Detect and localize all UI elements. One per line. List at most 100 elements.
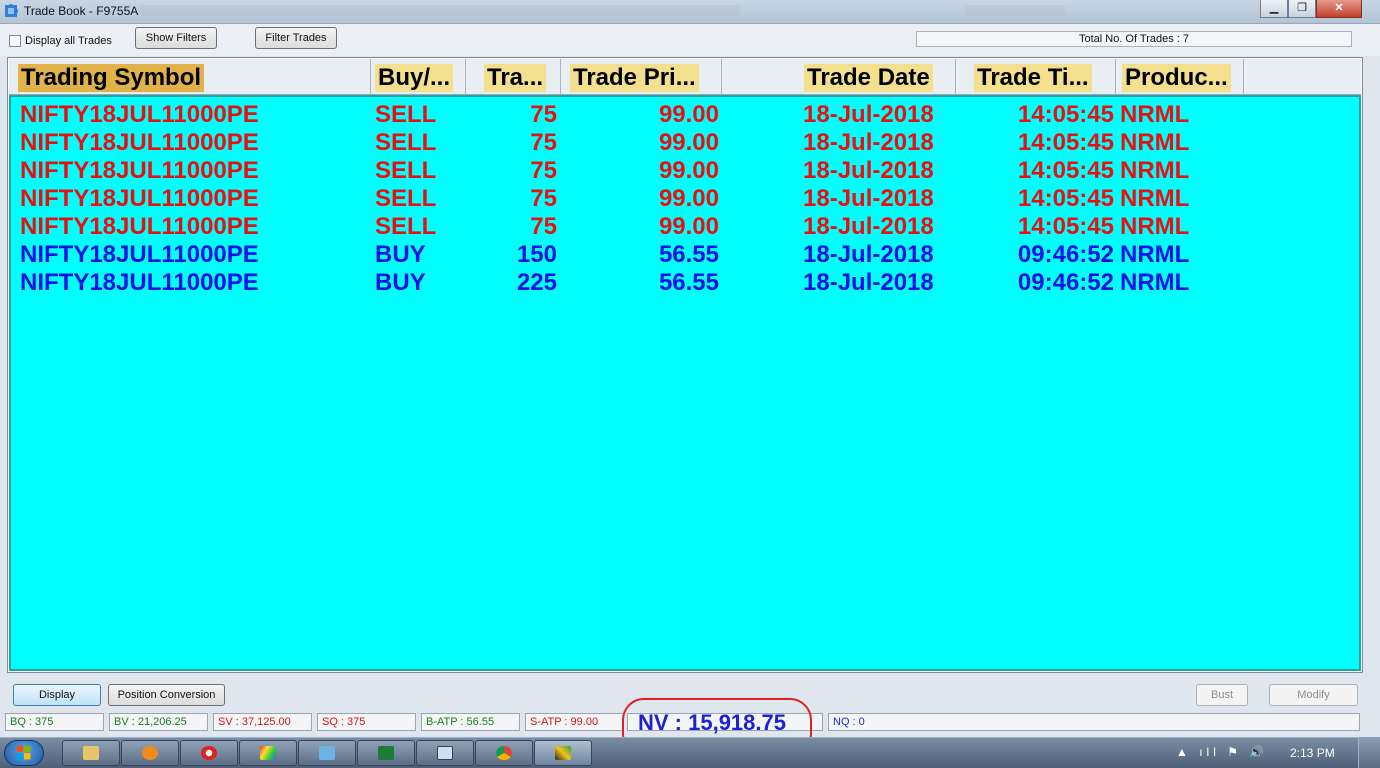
- cell-date: 18-Jul-2018: [803, 269, 934, 296]
- cell-time: 14:05:45: [1017, 129, 1114, 156]
- explorer-icon: [83, 746, 99, 760]
- system-tray-icons[interactable]: ▲ ıll ⚑ 🔊: [1176, 745, 1268, 759]
- trade-grid: Trading Symbol Buy/... Tra... Trade Pri.…: [7, 57, 1363, 673]
- table-row[interactable]: NIFTY18JUL11000PE SELL 75 99.00 18-Jul-2…: [11, 157, 1361, 185]
- cell-price: 99.00: [658, 185, 719, 212]
- taskbar-excel[interactable]: [357, 740, 415, 766]
- column-header-label: Buy/...: [375, 64, 454, 92]
- taskbar-explorer[interactable]: [62, 740, 120, 766]
- title-bar: Trade Book - F9755A ▁ ❐ ✕: [0, 0, 1380, 24]
- cell-time: 14:05:45: [1017, 101, 1114, 128]
- column-header-trade-time[interactable]: Trade Ti...: [956, 59, 1116, 95]
- column-header-label: Trading Symbol: [18, 64, 205, 92]
- cell-symbol: NIFTY18JUL11000PE: [20, 269, 259, 296]
- table-row[interactable]: NIFTY18JUL11000PE SELL 75 99.00 18-Jul-2…: [11, 185, 1361, 213]
- cell-qty: 150: [516, 241, 557, 268]
- cell-time: 14:05:45: [1017, 157, 1114, 184]
- bust-button[interactable]: Bust: [1196, 684, 1248, 706]
- status-bv: BV : 21,206.25: [109, 713, 208, 731]
- taskbar-clock[interactable]: 2:13 PM: [1290, 746, 1335, 760]
- close-button[interactable]: ✕: [1316, 0, 1362, 18]
- window-icon: [437, 746, 453, 760]
- cell-qty: 75: [530, 213, 557, 240]
- taskbar-lifebuoy[interactable]: [180, 740, 238, 766]
- column-header-trade-qty[interactable]: Tra...: [466, 59, 561, 95]
- cell-product: NRML: [1120, 157, 1190, 184]
- blurred-title-text: [965, 5, 1065, 17]
- show-filters-button[interactable]: Show Filters: [135, 27, 217, 49]
- window-title: Trade Book - F9755A: [24, 4, 139, 18]
- cell-symbol: NIFTY18JUL11000PE: [20, 129, 259, 156]
- grid-header: Trading Symbol Buy/... Tra... Trade Pri.…: [9, 59, 1361, 95]
- cell-symbol: NIFTY18JUL11000PE: [20, 213, 259, 240]
- cell-qty: 225: [516, 269, 557, 296]
- excel-icon: [378, 746, 394, 760]
- column-header-buy-sell[interactable]: Buy/...: [371, 59, 466, 95]
- column-header-trade-price[interactable]: Trade Pri...: [561, 59, 722, 95]
- prism-icon: [260, 746, 276, 760]
- column-header-label: Trade Pri...: [570, 64, 699, 92]
- table-row[interactable]: NIFTY18JUL11000PE SELL 75 99.00 18-Jul-2…: [11, 129, 1361, 157]
- cell-qty: 75: [530, 101, 557, 128]
- table-row[interactable]: NIFTY18JUL11000PE SELL 75 99.00 18-Jul-2…: [11, 101, 1361, 129]
- cell-price: 56.55: [658, 241, 719, 268]
- taskbar-trading-app[interactable]: [534, 740, 592, 766]
- column-header-label: Produc...: [1122, 64, 1231, 92]
- status-s-atp: S-ATP : 99.00: [525, 713, 624, 731]
- media-player-icon: [142, 746, 158, 760]
- cell-side: SELL: [375, 157, 437, 184]
- table-row[interactable]: NIFTY18JUL11000PE BUY 150 56.55 18-Jul-2…: [11, 241, 1361, 269]
- trading-app-icon: [555, 746, 571, 760]
- modify-button[interactable]: Modify: [1269, 684, 1358, 706]
- cell-date: 18-Jul-2018: [803, 101, 934, 128]
- chrome-icon: [496, 746, 512, 760]
- cell-date: 18-Jul-2018: [803, 129, 934, 156]
- checkbox-box[interactable]: [9, 35, 21, 47]
- cell-side: SELL: [375, 101, 437, 128]
- toolbar: Display all Trades Show Filters Filter T…: [0, 24, 1380, 56]
- cell-side: BUY: [375, 269, 426, 296]
- display-all-trades-checkbox[interactable]: Display all Trades: [9, 35, 112, 47]
- cell-qty: 75: [530, 185, 557, 212]
- cell-price: 99.00: [658, 157, 719, 184]
- status-bq: BQ : 375: [5, 713, 104, 731]
- table-row[interactable]: NIFTY18JUL11000PE BUY 225 56.55 18-Jul-2…: [11, 269, 1361, 297]
- table-row[interactable]: NIFTY18JUL11000PE SELL 75 99.00 18-Jul-2…: [11, 213, 1361, 241]
- maximize-button[interactable]: ❐: [1288, 0, 1316, 18]
- grid-body[interactable]: NIFTY18JUL11000PE SELL 75 99.00 18-Jul-2…: [9, 95, 1361, 671]
- column-header-trade-date[interactable]: Trade Date: [722, 59, 956, 95]
- column-header-label: Trade Ti...: [974, 64, 1092, 92]
- status-b-atp: B-ATP : 56.55: [421, 713, 520, 731]
- display-button[interactable]: Display: [13, 684, 101, 706]
- cell-side: SELL: [375, 185, 437, 212]
- taskbar-window[interactable]: [416, 740, 474, 766]
- cell-side: SELL: [375, 213, 437, 240]
- filter-trades-button[interactable]: Filter Trades: [255, 27, 337, 49]
- column-header-trading-symbol[interactable]: Trading Symbol: [9, 59, 371, 95]
- windows-logo-icon: [16, 745, 31, 760]
- cell-side: SELL: [375, 129, 437, 156]
- cell-symbol: NIFTY18JUL11000PE: [20, 185, 259, 212]
- cell-time: 14:05:45: [1017, 213, 1114, 240]
- taskbar-chrome[interactable]: [475, 740, 533, 766]
- cell-symbol: NIFTY18JUL11000PE: [20, 101, 259, 128]
- show-desktop-button[interactable]: [1358, 737, 1380, 768]
- cell-price: 99.00: [658, 101, 719, 128]
- minimize-button[interactable]: ▁: [1260, 0, 1288, 18]
- cell-time: 14:05:45: [1017, 185, 1114, 212]
- cell-date: 18-Jul-2018: [803, 157, 934, 184]
- column-header-product[interactable]: Produc...: [1116, 59, 1244, 95]
- taskbar-folder[interactable]: [298, 740, 356, 766]
- start-button[interactable]: [4, 740, 44, 766]
- cell-qty: 75: [530, 129, 557, 156]
- taskbar-prism[interactable]: [239, 740, 297, 766]
- cell-symbol: NIFTY18JUL11000PE: [20, 241, 259, 268]
- cell-product: NRML: [1120, 101, 1190, 128]
- cell-product: NRML: [1120, 269, 1190, 296]
- taskbar-media-player[interactable]: [121, 740, 179, 766]
- position-conversion-button[interactable]: Position Conversion: [108, 684, 225, 706]
- column-header-label: Trade Date: [804, 64, 933, 92]
- cell-product: NRML: [1120, 185, 1190, 212]
- cell-product: NRML: [1120, 129, 1190, 156]
- cell-qty: 75: [530, 157, 557, 184]
